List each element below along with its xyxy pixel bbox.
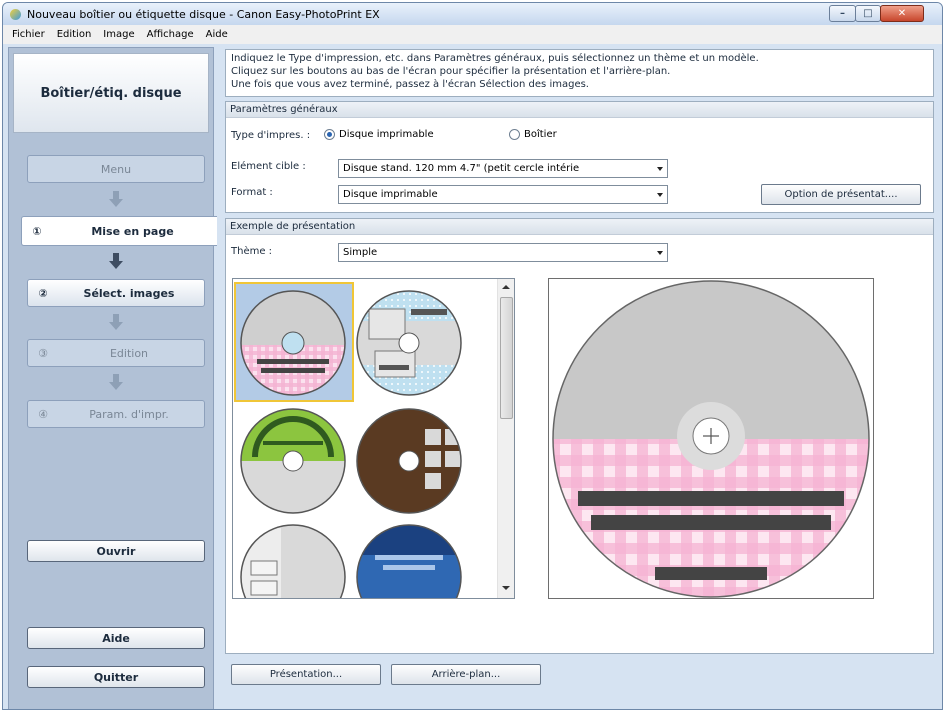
step-layout[interactable]: ① Mise en page xyxy=(21,216,217,246)
format-label: Format : xyxy=(231,187,273,198)
radio-dot-icon xyxy=(324,129,335,140)
select-value: Simple xyxy=(343,247,378,258)
target-select[interactable]: Disque stand. 120 mm 4.7" (petit cercle … xyxy=(338,159,668,178)
open-button[interactable]: Ouvrir xyxy=(27,540,205,562)
theme-select[interactable]: Simple xyxy=(338,243,668,262)
step-select-images[interactable]: ② Sélect. images xyxy=(27,279,205,307)
template-scrollbar[interactable] xyxy=(497,279,514,598)
menu-fichier[interactable]: Fichier xyxy=(6,25,51,44)
step-number: ④ xyxy=(38,407,48,421)
sidebar-title: Boîtier/étiq. disque xyxy=(13,53,209,133)
scrollbar-thumb[interactable] xyxy=(500,297,513,419)
down-arrow-icon xyxy=(109,314,123,332)
quit-button[interactable]: Quitter xyxy=(27,666,205,688)
step-edition[interactable]: ③ Edition xyxy=(27,339,205,367)
step-number: ② xyxy=(38,286,48,300)
chevron-down-icon xyxy=(653,160,667,177)
step-menu[interactable]: Menu xyxy=(27,155,205,183)
radio-printable-disc[interactable]: Disque imprimable xyxy=(324,129,434,140)
menu-bar: Fichier Edition Image Affichage Aide xyxy=(3,25,942,44)
format-select[interactable]: Disque imprimable xyxy=(338,185,668,204)
step-print-settings[interactable]: ④ Param. d'impr. xyxy=(27,400,205,428)
layout-sample-panel: Exemple de présentation Thème : Simple xyxy=(225,218,934,654)
theme-label: Thème : xyxy=(231,246,273,257)
general-settings-panel: Paramètres généraux Type d'impres. : Dis… xyxy=(225,101,934,213)
step-label: Mise en page xyxy=(91,224,174,238)
background-button[interactable]: Arrière-plan... xyxy=(391,664,541,685)
down-arrow-icon xyxy=(109,374,123,392)
chevron-down-icon xyxy=(653,186,667,203)
layout-preview[interactable] xyxy=(548,278,874,599)
template-thumbnails xyxy=(234,282,462,599)
step-label: Sélect. images xyxy=(83,286,175,300)
step-label: Param. d'impr. xyxy=(89,407,169,421)
print-type-label: Type d'impres. : xyxy=(231,130,311,141)
radio-label: Disque imprimable xyxy=(339,129,434,140)
radio-label: Boîtier xyxy=(524,129,557,140)
template-list[interactable] xyxy=(232,278,515,599)
disc-preview xyxy=(552,280,870,598)
layout-options-button[interactable]: Option de présentat.... xyxy=(761,184,921,205)
down-arrow-icon xyxy=(109,253,123,271)
template-thumbnail[interactable] xyxy=(357,525,461,599)
radio-case[interactable]: Boîtier xyxy=(509,129,557,140)
close-button[interactable]: ✕ xyxy=(880,5,924,22)
step-label: Menu xyxy=(100,162,132,176)
scroll-down-icon[interactable] xyxy=(502,586,510,590)
maximize-button[interactable]: □ xyxy=(855,5,881,22)
step-number: ③ xyxy=(38,346,48,360)
menu-aide[interactable]: Aide xyxy=(200,25,234,44)
sidebar: Boîtier/étiq. disque Menu ① Mise en page… xyxy=(8,47,217,709)
instruction-line: Cliquez sur les boutons au bas de l'écra… xyxy=(231,66,671,77)
chevron-down-icon xyxy=(653,244,667,261)
target-label: Elément cible : xyxy=(231,161,306,172)
title-bar[interactable]: Nouveau boîtier ou étiquette disque - Ca… xyxy=(3,3,942,25)
app-icon xyxy=(9,8,22,21)
help-button[interactable]: Aide xyxy=(27,627,205,649)
step-number: ① xyxy=(32,224,42,238)
minimize-button[interactable]: – xyxy=(829,5,856,22)
scroll-up-icon[interactable] xyxy=(502,285,510,289)
menu-edition[interactable]: Edition xyxy=(51,25,98,44)
template-thumbnail[interactable] xyxy=(241,525,345,599)
select-value: Disque stand. 120 mm 4.7" (petit cercle … xyxy=(343,163,580,174)
panel-heading: Paramètres généraux xyxy=(226,102,933,118)
menu-affichage[interactable]: Affichage xyxy=(141,25,200,44)
app-window: Nouveau boîtier ou étiquette disque - Ca… xyxy=(2,2,943,710)
instructions-box: Indiquez le Type d'impression, etc. dans… xyxy=(225,49,934,97)
step-label: Edition xyxy=(109,346,149,360)
radio-dot-icon xyxy=(509,129,520,140)
instruction-line: Indiquez le Type d'impression, etc. dans… xyxy=(231,53,759,64)
bottom-toolbar: Présentation... Arrière-plan... xyxy=(225,659,934,691)
menu-image[interactable]: Image xyxy=(97,25,140,44)
window-title: Nouveau boîtier ou étiquette disque - Ca… xyxy=(27,7,380,21)
layout-button[interactable]: Présentation... xyxy=(231,664,381,685)
down-arrow-icon xyxy=(109,191,123,209)
select-value: Disque imprimable xyxy=(343,189,438,200)
main-area: Indiquez le Type d'impression, etc. dans… xyxy=(219,47,940,709)
panel-heading: Exemple de présentation xyxy=(226,219,933,235)
instruction-line: Une fois que vous avez terminé, passez à… xyxy=(231,79,589,90)
